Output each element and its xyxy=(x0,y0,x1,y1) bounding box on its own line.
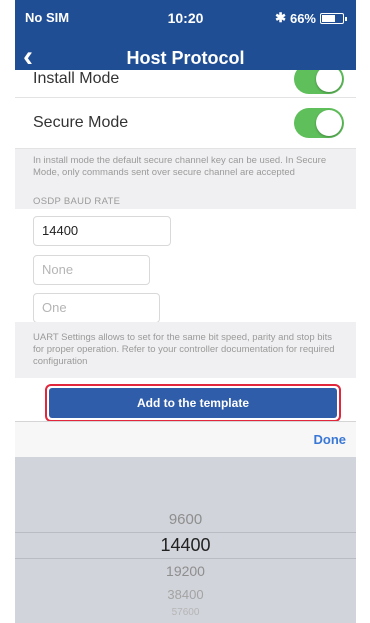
install-mode-switch[interactable] xyxy=(294,70,344,94)
battery-percent: 66% xyxy=(289,10,316,26)
secure-mode-switch[interactable] xyxy=(294,108,344,138)
install-mode-label: Install Mode xyxy=(33,70,120,87)
status-right: ✱ 66% xyxy=(275,10,347,26)
status-bar: No SIM 10:20 ✱ 66% xyxy=(15,0,356,36)
picker-option[interactable]: 9600 xyxy=(15,511,356,528)
parity-field[interactable]: None xyxy=(33,255,150,285)
done-button[interactable]: Done xyxy=(314,432,347,447)
picker-option[interactable]: 38400 xyxy=(15,587,356,602)
switch-knob xyxy=(316,110,342,136)
secure-mode-row: Secure Mode xyxy=(15,98,356,149)
picker-selection-line xyxy=(15,532,356,533)
uart-note-text: UART Settings allows to set for the same… xyxy=(33,332,335,367)
baud-fields-area: 14400 None One xyxy=(15,209,356,323)
baud-rate-field[interactable]: 14400 xyxy=(33,216,171,246)
battery-fill xyxy=(322,14,335,22)
switch-knob xyxy=(316,70,342,92)
picker-option[interactable]: 19200 xyxy=(15,563,356,579)
picker-toolbar: Done xyxy=(15,421,356,457)
uart-note: UART Settings allows to set for the same… xyxy=(15,322,356,378)
install-mode-note-text: In install mode the default secure chann… xyxy=(33,155,327,178)
install-mode-row: Install Mode xyxy=(15,70,356,98)
secure-mode-label: Secure Mode xyxy=(33,114,129,131)
stop-bits-field[interactable]: One xyxy=(33,293,160,323)
picker-option[interactable]: 57600 xyxy=(15,607,356,618)
baud-rate-header: OSDP BAUD RATE xyxy=(33,196,121,207)
settings-content: Install Mode Secure Mode In install mode… xyxy=(15,70,356,457)
bluetooth-icon: ✱ xyxy=(275,10,286,25)
add-to-template-button[interactable]: Add to the template xyxy=(49,388,337,418)
phone-screen: No SIM 10:20 ✱ 66% ‹ Host Protocol Insta… xyxy=(15,0,356,623)
add-button-highlight: Add to the template xyxy=(45,384,341,422)
picker-selection-line xyxy=(15,558,356,559)
baud-rate-picker[interactable]: 9600 14400 19200 38400 57600 xyxy=(15,457,356,623)
page-title: Host Protocol xyxy=(126,48,245,68)
battery-icon xyxy=(320,12,347,24)
picker-option-selected[interactable]: 14400 xyxy=(15,535,356,556)
